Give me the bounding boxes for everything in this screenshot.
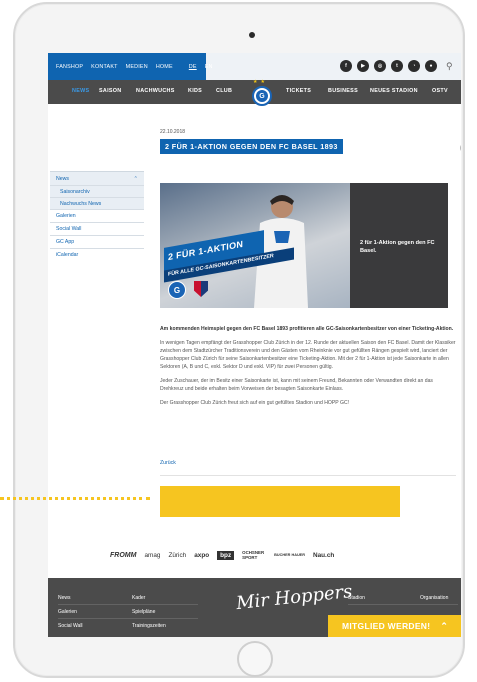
lang-de[interactable]: DE (189, 64, 197, 70)
sponsor-logo[interactable]: OCHSNER SPORT (242, 550, 266, 560)
footer-link[interactable]: Kader (132, 595, 145, 601)
sidebar-subitem-saisonarchiv[interactable]: Saisonarchiv (50, 185, 144, 197)
club-logo[interactable]: G (252, 86, 272, 106)
sponsor-logo[interactable]: BUCHER HAUER (274, 553, 305, 557)
divider (348, 604, 458, 605)
top-utility-bar: FANSHOP KONTAKT MEDIEN HOME DE EN f ▶ ◎ … (48, 53, 461, 80)
top-links: FANSHOP KONTAKT MEDIEN HOME DE EN (48, 53, 212, 80)
footer-link[interactable]: Spielpläne (132, 609, 155, 615)
instagram-icon[interactable]: ◎ (374, 60, 386, 72)
article-date: 22.10.2018 (160, 129, 186, 135)
back-link[interactable]: Zurück (160, 460, 176, 466)
sidebar-item-icalendar[interactable]: iCalendar (50, 248, 144, 261)
sidebar-item-social-wall[interactable]: Social Wall (50, 222, 144, 235)
nav-kids[interactable]: KIDS (188, 88, 202, 94)
sidebar-item-label: News (56, 175, 69, 182)
article-header: 22.10.2018 2 FÜR 1-AKTION GEGEN DEN FC B… (160, 129, 448, 154)
link-kontakt[interactable]: KONTAKT (91, 64, 117, 70)
home-button[interactable] (237, 641, 273, 677)
article-lead: Am kommenden Heimspiel gegen den FC Base… (160, 326, 454, 332)
footer-link[interactable]: News (58, 595, 71, 601)
user-icon[interactable]: ● (425, 60, 437, 72)
camera-dot (249, 32, 255, 38)
sidebar-item-galerien[interactable]: Galerien (50, 209, 144, 222)
facebook-icon[interactable]: f (340, 60, 352, 72)
tablet-device: FANSHOP KONTAKT MEDIEN HOME DE EN f ▶ ◎ … (13, 2, 465, 678)
social-links: f ▶ ◎ t ◔ ● (340, 60, 437, 72)
divider (58, 618, 198, 619)
lang-en[interactable]: EN (205, 64, 213, 70)
footer: News Galerien Social Wall Kader Spielplä… (48, 578, 461, 637)
nav-ostv[interactable]: OSTV (432, 88, 448, 94)
become-member-label: MITGLIED WERDEN! (342, 621, 431, 631)
article-paragraph: Der Grasshopper Club Zürich freut sich a… (160, 400, 350, 406)
sponsor-logo[interactable]: axpo (194, 552, 209, 559)
nav-saison[interactable]: SAISON (99, 88, 121, 94)
footer-link[interactable]: Trainingszeiten (132, 623, 166, 629)
article-body: Am kommenden Heimspiel gegen den FC Base… (160, 325, 456, 413)
mir-hoppers-slogan: Mir Hoppers (235, 580, 354, 615)
sponsor-logo[interactable]: Zürich (168, 552, 186, 559)
logo-stars: ★★ (253, 79, 268, 85)
hero-image: 2 FÜR 1-AKTION FÜR ALLE GC-SAISONKARTENB… (160, 183, 448, 308)
share-icon[interactable]: ↗ (460, 143, 461, 153)
sponsor-logo[interactable]: bpz (217, 550, 235, 560)
sidebar: News ⌃ Saisonarchiv Nachwuchs News Galer… (50, 171, 144, 261)
search-icon[interactable]: ⚲ (446, 61, 453, 72)
footer-link[interactable]: Social Wall (58, 623, 83, 629)
player-photo: 2 FÜR 1-AKTION FÜR ALLE GC-SAISONKARTENB… (160, 183, 350, 308)
twitter-icon[interactable]: t (391, 60, 403, 72)
article-paragraph: Jeder Zuschauer, der im Besitz einer Sai… (160, 378, 433, 392)
nav-club[interactable]: CLUB (216, 88, 232, 94)
chevron-up-icon: ⌃ (440, 620, 449, 631)
dotted-connector-line (0, 497, 150, 500)
sidebar-subitem-nachwuchs-news[interactable]: Nachwuchs News (50, 197, 144, 209)
footer-link[interactable]: Organisation (420, 595, 448, 601)
link-medien[interactable]: MEDIEN (126, 64, 148, 70)
fcb-logo-icon (194, 281, 208, 297)
become-member-button[interactable]: MITGLIED WERDEN! ⌃ (328, 615, 461, 637)
sponsor-logo[interactable]: FROMM (110, 552, 136, 559)
browser-screen: FANSHOP KONTAKT MEDIEN HOME DE EN f ▶ ◎ … (48, 53, 461, 637)
snapchat-icon[interactable]: ◔ (408, 60, 420, 72)
divider (58, 604, 198, 605)
nav-tickets[interactable]: TICKETS (286, 88, 311, 94)
nav-news[interactable]: NEWS (72, 88, 89, 94)
hero-caption: 2 für 1-Aktion gegen den FC Basel. (360, 240, 435, 254)
chevron-up-icon: ⌃ (133, 175, 138, 182)
gc-logo-icon: G (168, 281, 186, 299)
highlight-box (160, 486, 400, 517)
footer-link[interactable]: Galerien (58, 609, 77, 615)
nav-neues-stadion[interactable]: NEUES STADION (370, 88, 418, 94)
sponsor-logo[interactable]: Nau.ch (313, 552, 334, 559)
sidebar-item-gc-app[interactable]: GC App (50, 235, 144, 248)
divider (160, 475, 456, 476)
sponsor-logo[interactable]: amag (144, 552, 160, 559)
article-title: 2 FÜR 1-AKTION GEGEN DEN FC BASEL 1893 (160, 139, 343, 154)
sidebar-item-news[interactable]: News ⌃ (50, 171, 144, 185)
link-home[interactable]: HOME (156, 64, 173, 70)
article-paragraph: In wenigen Tagen empfängt der Grasshoppe… (160, 340, 456, 370)
sponsor-bar: FROMM amag Zürich axpo bpz OCHSNER SPORT… (110, 550, 334, 560)
nav-business[interactable]: BUSINESS (328, 88, 358, 94)
logo-letter: G (256, 90, 268, 102)
youtube-icon[interactable]: ▶ (357, 60, 369, 72)
link-fanshop[interactable]: FANSHOP (56, 64, 83, 70)
nav-nachwuchs[interactable]: NACHWUCHS (136, 88, 175, 94)
hero-logos: G (168, 281, 208, 299)
